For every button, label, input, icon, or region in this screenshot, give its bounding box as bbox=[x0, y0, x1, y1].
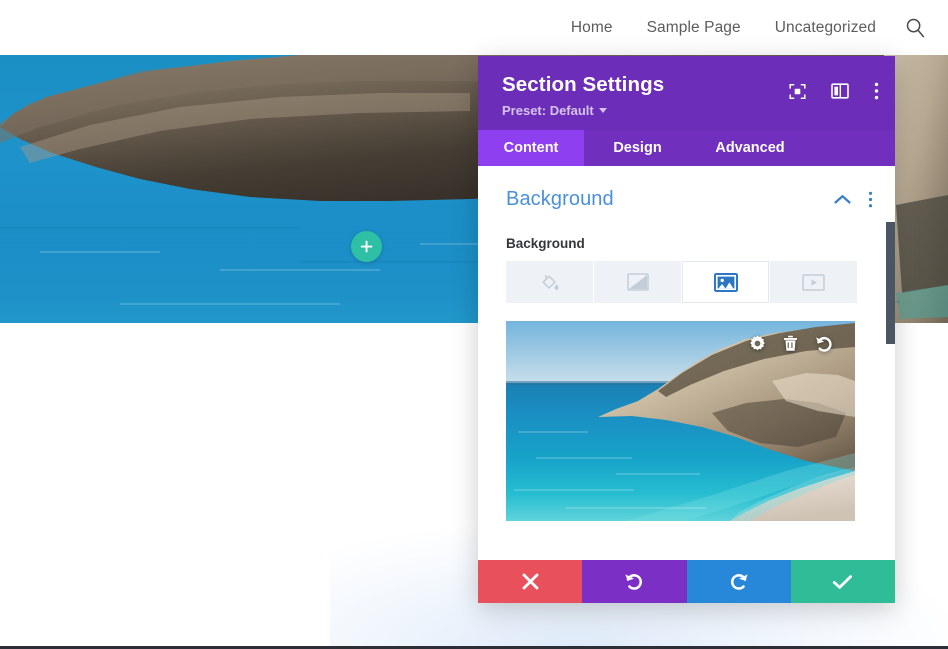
modal-header: Section Settings Preset: Default bbox=[478, 56, 895, 130]
search-icon[interactable] bbox=[893, 17, 934, 38]
image-delete-button[interactable] bbox=[783, 335, 798, 352]
background-type-selector bbox=[478, 261, 895, 303]
section-header-icons bbox=[834, 191, 873, 208]
image-preview-tools bbox=[749, 335, 833, 352]
paint-bucket-icon bbox=[541, 274, 559, 290]
image-settings-button[interactable] bbox=[749, 335, 766, 352]
modal-scrollbar-track[interactable] bbox=[886, 166, 895, 560]
bg-type-image[interactable] bbox=[682, 261, 769, 303]
image-icon bbox=[713, 272, 738, 292]
panel-layout-icon[interactable] bbox=[831, 83, 849, 99]
check-icon bbox=[833, 574, 853, 589]
background-field-label: Background bbox=[506, 236, 585, 251]
focus-target-icon[interactable] bbox=[789, 83, 806, 100]
image-reset-button[interactable] bbox=[815, 335, 833, 352]
add-row-button[interactable] bbox=[351, 231, 382, 262]
page-root: Home Sample Page Uncategorized Section S… bbox=[0, 0, 948, 649]
nav-link-uncategorized[interactable]: Uncategorized bbox=[758, 19, 893, 37]
undo-button[interactable] bbox=[582, 560, 687, 603]
tab-design[interactable]: Design bbox=[584, 130, 691, 166]
primary-navigation: Home Sample Page Uncategorized bbox=[554, 17, 934, 38]
bg-type-video[interactable] bbox=[770, 261, 857, 303]
tab-content[interactable]: Content bbox=[478, 130, 584, 166]
chevron-up-icon[interactable] bbox=[834, 194, 851, 205]
chevron-down-icon bbox=[598, 108, 607, 113]
modal-header-icons bbox=[789, 82, 879, 100]
more-options-icon[interactable] bbox=[874, 82, 879, 100]
background-image-preview[interactable] bbox=[506, 321, 855, 521]
close-x-icon bbox=[522, 573, 539, 590]
undo-icon bbox=[816, 336, 832, 352]
gear-icon bbox=[750, 335, 765, 351]
video-icon bbox=[802, 273, 825, 291]
modal-tabs: Content Design Advanced bbox=[478, 130, 895, 166]
site-header: Home Sample Page Uncategorized bbox=[0, 0, 948, 55]
save-changes-button[interactable] bbox=[790, 560, 895, 603]
section-more-options-icon[interactable] bbox=[868, 191, 873, 208]
background-section-header: Background bbox=[478, 166, 895, 211]
modal-scrollbar-thumb[interactable] bbox=[886, 222, 895, 344]
preset-dropdown[interactable]: Preset: Default bbox=[502, 103, 607, 118]
bg-type-gradient[interactable] bbox=[594, 261, 681, 303]
modal-footer bbox=[478, 560, 895, 603]
modal-body: Background Background bbox=[478, 166, 895, 560]
plus-icon bbox=[360, 240, 373, 253]
bg-type-color[interactable] bbox=[506, 261, 593, 303]
undo-icon bbox=[625, 574, 643, 590]
redo-icon bbox=[730, 574, 748, 590]
preset-label: Preset: Default bbox=[502, 103, 594, 118]
nav-link-home[interactable]: Home bbox=[554, 19, 630, 37]
discard-changes-button[interactable] bbox=[478, 560, 583, 603]
gradient-icon bbox=[626, 273, 649, 291]
nav-link-sample-page[interactable]: Sample Page bbox=[630, 19, 758, 37]
section-title: Background bbox=[506, 188, 614, 210]
tab-advanced[interactable]: Advanced bbox=[691, 130, 809, 166]
section-settings-modal: Section Settings Preset: Default Content… bbox=[478, 56, 895, 603]
trash-icon bbox=[784, 335, 797, 351]
redo-button[interactable] bbox=[686, 560, 791, 603]
